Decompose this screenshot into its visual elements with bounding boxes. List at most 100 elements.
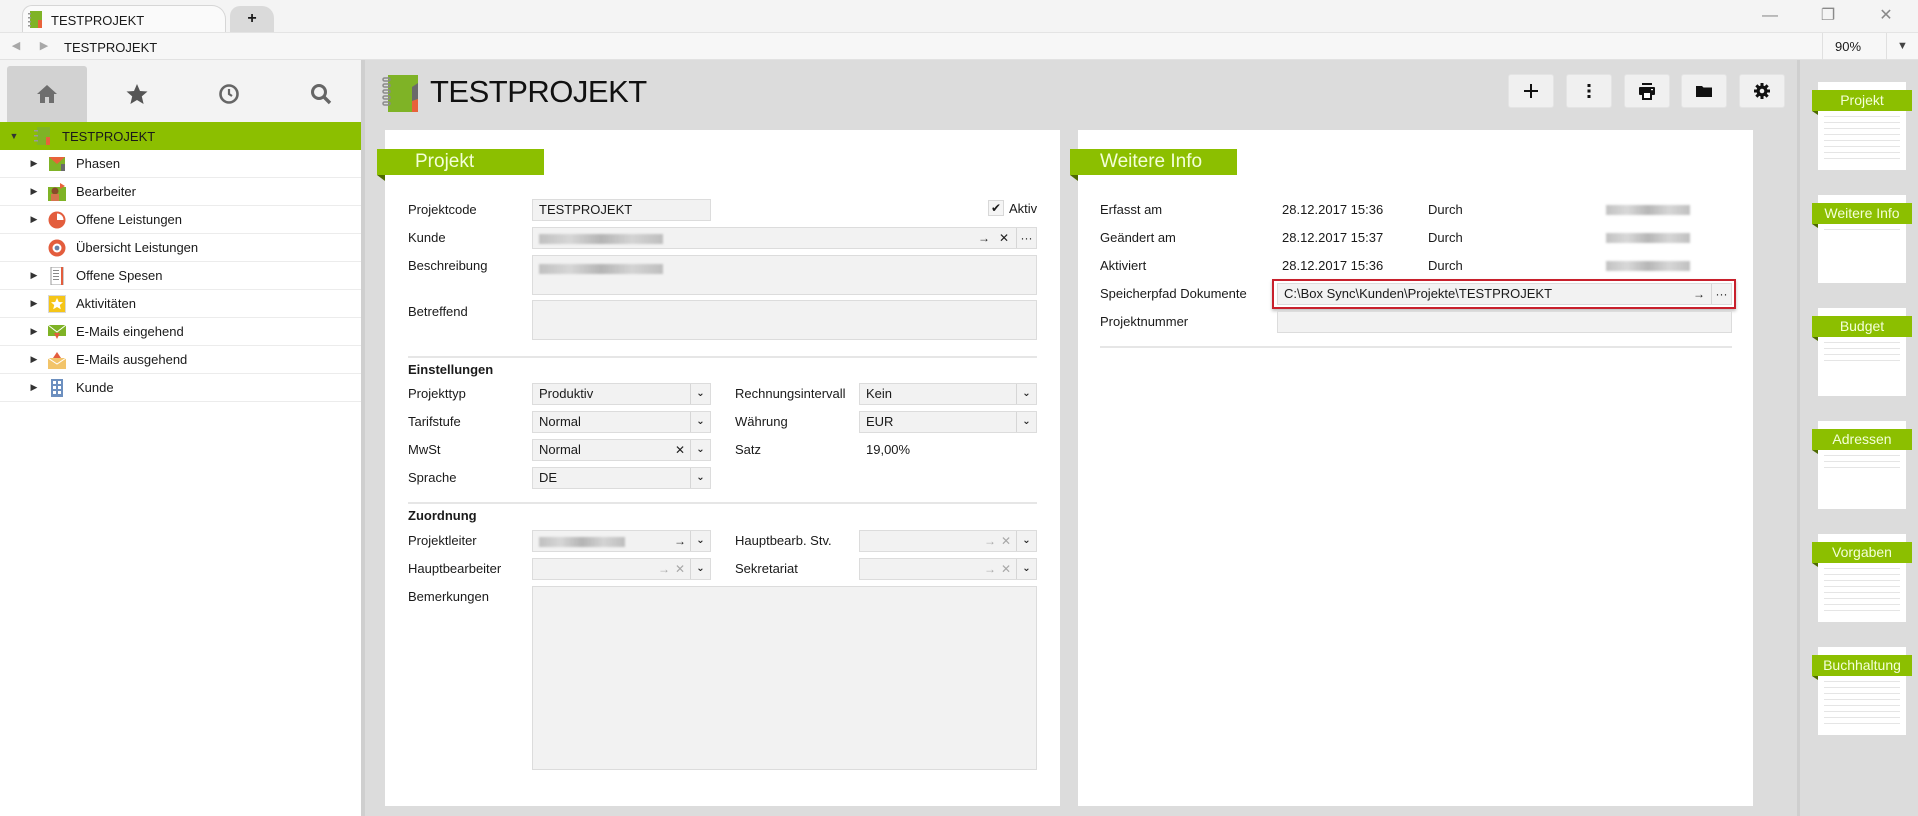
more-options-button[interactable] (1566, 74, 1612, 108)
chevron-down-icon[interactable]: ⌄ (690, 468, 710, 488)
projektcode-input[interactable]: TESTPROJEKT (532, 199, 711, 221)
caret-right-icon[interactable]: ▶ (28, 382, 40, 393)
restore-button[interactable]: ❐ (1808, 4, 1848, 28)
chevron-down-icon[interactable]: ⌄ (1016, 412, 1036, 432)
folder-button[interactable] (1681, 74, 1727, 108)
betreffend-input[interactable] (532, 300, 1037, 340)
sidebar-nav-tabs (0, 60, 361, 122)
add-button[interactable] (1508, 74, 1554, 108)
chevron-down-icon[interactable]: ⌄ (1016, 384, 1036, 404)
projektleiter-select[interactable]: → ⌄ (532, 530, 711, 552)
erfasst-durch-label: Durch (1428, 202, 1463, 217)
waehrung-select[interactable]: EUR ⌄ (859, 411, 1037, 433)
caret-right-icon[interactable]: ▶ (28, 298, 40, 309)
nav-tab-search[interactable] (281, 66, 361, 122)
chevron-down-icon[interactable]: ⌄ (690, 412, 710, 432)
print-button[interactable] (1624, 74, 1670, 108)
open-arrow-icon[interactable]: → (974, 228, 994, 248)
chevron-down-icon[interactable]: ⌄ (690, 531, 710, 551)
more-icon[interactable]: ··· (1016, 228, 1036, 248)
hauptbearb-stv-select[interactable]: → ✕ ⌄ (859, 530, 1037, 552)
kunde-input[interactable]: → ✕ ··· (532, 227, 1037, 249)
caret-right-icon[interactable]: ▶ (28, 270, 40, 281)
thumbnail-projekt[interactable]: Projekt (1812, 82, 1912, 170)
chevron-down-icon[interactable]: ⌄ (690, 384, 710, 404)
open-arrow-icon[interactable]: → (670, 531, 690, 551)
thumbnail-adressen[interactable]: Adressen (1812, 421, 1912, 509)
projekt-section-header: Projekt (377, 149, 544, 181)
tree-item-emails-ausgehend[interactable]: ▶ E-Mails ausgehend (0, 346, 361, 374)
tree-item-aktivitaeten[interactable]: ▶ Aktivitäten (0, 290, 361, 318)
forward-arrow-icon[interactable]: ▶ (37, 39, 51, 53)
tree-item-offene-leistungen[interactable]: ▶ Offene Leistungen (0, 206, 361, 234)
beschreibung-input[interactable] (532, 255, 1037, 295)
rechnungsintervall-label: Rechnungsintervall (735, 386, 846, 401)
tarifstufe-label: Tarifstufe (408, 414, 461, 429)
caret-right-icon[interactable]: ▶ (28, 354, 40, 365)
tree-item-label: Bearbeiter (76, 184, 136, 199)
minimize-button[interactable]: — (1750, 4, 1790, 28)
mwst-select[interactable]: Normal ✕ ⌄ (532, 439, 711, 461)
mail-in-icon (48, 324, 66, 339)
bemerkungen-textarea[interactable] (532, 586, 1037, 770)
thumbnail-label: Projekt (1812, 90, 1912, 115)
caret-right-icon[interactable]: ▶ (28, 214, 40, 225)
clear-icon[interactable]: ✕ (670, 559, 690, 579)
tree-root-testprojekt[interactable]: ▼ TESTPROJEKT (0, 122, 361, 150)
hauptbearbeiter-select[interactable]: → ✕ ⌄ (532, 558, 711, 580)
thumbnail-vorgaben[interactable]: Vorgaben (1812, 534, 1912, 622)
section-divider (1100, 346, 1732, 348)
tree-item-uebersicht-leistungen[interactable]: Übersicht Leistungen (0, 234, 361, 262)
chevron-down-icon[interactable]: ⌄ (690, 559, 710, 579)
caret-right-icon[interactable]: ▶ (28, 186, 40, 197)
tree-item-bearbeiter[interactable]: ▶ Bearbeiter (0, 178, 361, 206)
projektnummer-input[interactable] (1277, 311, 1732, 333)
tree-item-label: Übersicht Leistungen (76, 240, 199, 255)
zoom-dropdown-chevron-icon[interactable]: ▼ (1886, 33, 1918, 60)
caret-right-icon[interactable]: ▶ (28, 158, 40, 169)
close-window-button[interactable]: ✕ (1866, 4, 1906, 28)
breadcrumb: TESTPROJEKT (64, 40, 158, 55)
thumbnail-budget[interactable]: Budget (1812, 308, 1912, 396)
tree-item-kunde[interactable]: ▶ Kunde (0, 374, 361, 402)
check-icon: ✔ (990, 201, 1002, 215)
clear-icon[interactable]: ✕ (994, 228, 1014, 248)
tab-testprojekt[interactable]: TESTPROJEKT (22, 5, 226, 33)
sekretariat-label: Sekretariat (735, 561, 798, 576)
back-arrow-icon[interactable]: ◀ (9, 39, 23, 53)
mwst-value: Normal (539, 442, 581, 457)
chevron-down-icon[interactable]: ⌄ (1016, 559, 1036, 579)
chevron-down-icon[interactable]: ⌄ (1016, 531, 1036, 551)
tarifstufe-select[interactable]: Normal ⌄ (532, 411, 711, 433)
new-tab-button[interactable]: + (230, 6, 274, 32)
nav-tab-home[interactable] (7, 66, 87, 122)
sekretariat-select[interactable]: → ✕ ⌄ (859, 558, 1037, 580)
caret-down-icon[interactable]: ▼ (8, 131, 20, 141)
thumbnail-label: Budget (1812, 316, 1912, 341)
thumbnail-buchhaltung[interactable]: Buchhaltung (1812, 647, 1912, 735)
search-icon (311, 84, 332, 105)
caret-right-icon[interactable]: ▶ (28, 326, 40, 337)
tree-item-label: Offene Leistungen (76, 212, 183, 227)
aktiv-checkbox[interactable]: ✔ (988, 200, 1004, 216)
clear-icon[interactable]: ✕ (996, 531, 1016, 551)
thumbnail-label: Vorgaben (1812, 542, 1912, 567)
einstellungen-heading: Einstellungen (408, 362, 494, 377)
clock-icon (219, 84, 239, 104)
zoom-level[interactable]: 90% (1822, 33, 1886, 60)
aktiv-label: Aktiv (1009, 201, 1038, 216)
clear-icon[interactable]: ✕ (996, 559, 1016, 579)
tree-item-phasen[interactable]: ▶ Phasen (0, 150, 361, 178)
thumbnail-weitere-info[interactable]: Weitere Info (1812, 195, 1912, 283)
settings-button[interactable] (1739, 74, 1785, 108)
projekttyp-select[interactable]: Produktiv ⌄ (532, 383, 711, 405)
nav-tab-recent[interactable] (189, 66, 269, 122)
clear-icon[interactable]: ✕ (670, 440, 690, 460)
chevron-down-icon[interactable]: ⌄ (690, 440, 710, 460)
sprache-select[interactable]: DE ⌄ (532, 467, 711, 489)
projekt-card: Projekt Projektcode TESTPROJEKT ✔ Aktiv … (377, 130, 1060, 806)
tree-item-offene-spesen[interactable]: ▶ Offene Spesen (0, 262, 361, 290)
tree-item-emails-eingehend[interactable]: ▶ E-Mails eingehend (0, 318, 361, 346)
rechnungsintervall-select[interactable]: Kein ⌄ (859, 383, 1037, 405)
nav-tab-favorites[interactable] (97, 66, 177, 122)
